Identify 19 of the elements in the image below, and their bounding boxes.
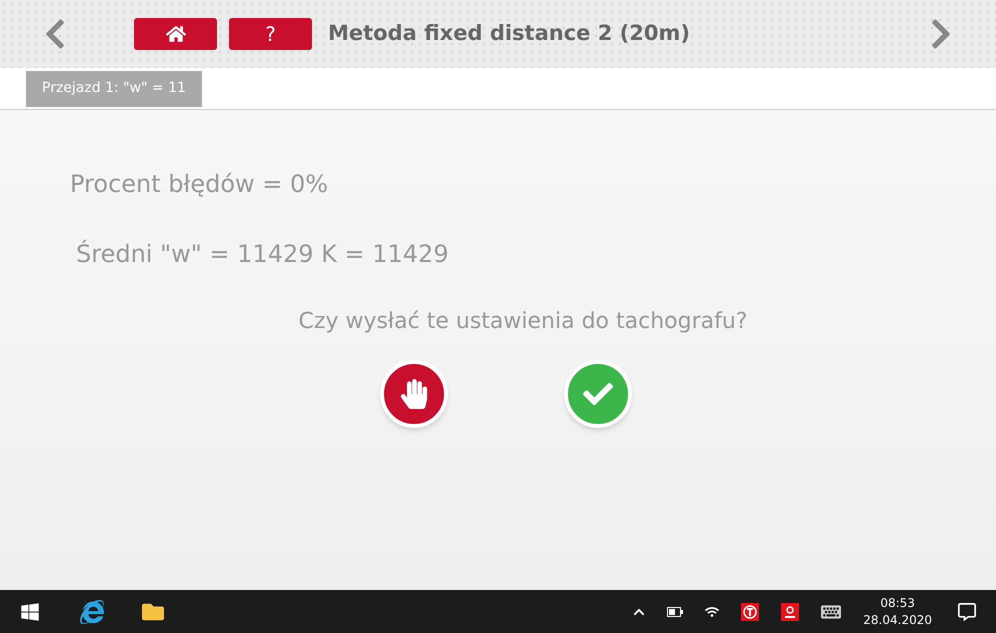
- hand-icon: [399, 379, 429, 409]
- wifi-icon: [705, 604, 720, 618]
- clock-time: 08:53: [880, 594, 915, 612]
- page-title: Metoda fixed distance 2 (20m): [328, 20, 690, 48]
- device-icon: [781, 602, 800, 620]
- error-rate-text: Procent błędów = 0%: [70, 169, 330, 200]
- confirm-button[interactable]: [564, 360, 632, 428]
- average-text: Średni "w" = 11429 K = 11429: [76, 238, 450, 270]
- home-button[interactable]: [134, 18, 217, 50]
- help-button[interactable]: ?: [229, 18, 312, 50]
- home-icon: [166, 24, 186, 44]
- browser-icon: [80, 600, 104, 624]
- battery-icon: [667, 606, 684, 616]
- clock-date: 28.04.2020: [863, 612, 932, 628]
- notification-icon: [958, 602, 976, 620]
- t-logo-icon: [741, 602, 760, 620]
- windows-icon: [20, 602, 40, 622]
- question-text: Czy wysłać te ustawienia do tachografu?: [298, 308, 748, 336]
- cancel-button[interactable]: [380, 360, 448, 428]
